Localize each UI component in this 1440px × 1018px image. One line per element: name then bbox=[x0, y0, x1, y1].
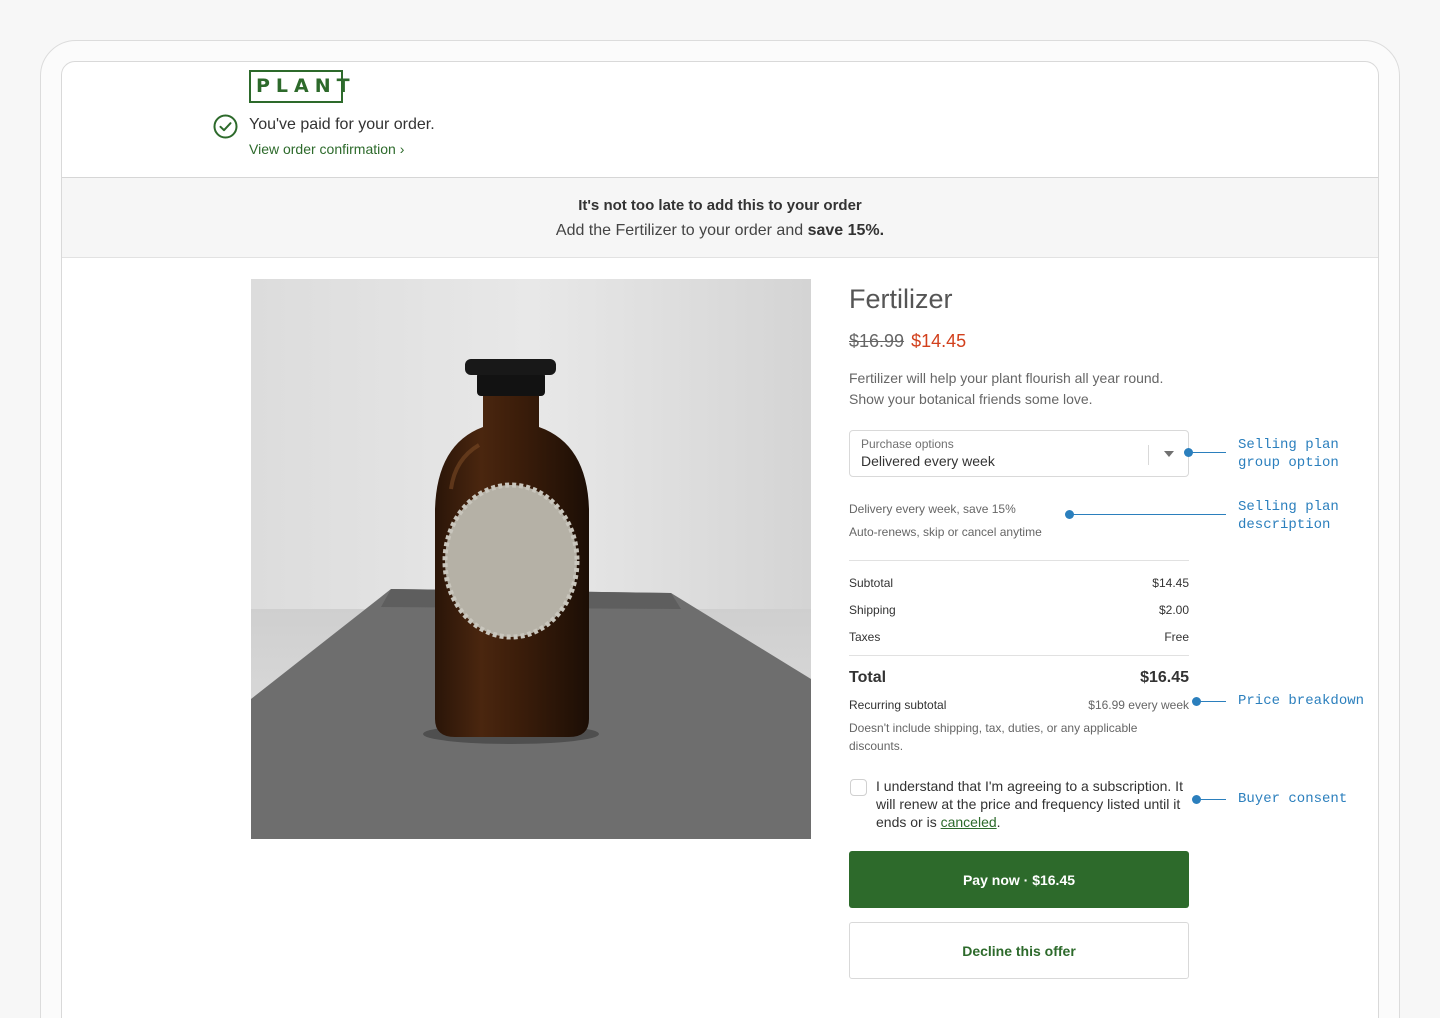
taxes-row: Taxes Free bbox=[849, 623, 1189, 650]
checkout-screen: PLANT You've paid for your order. View o… bbox=[61, 61, 1379, 1018]
banner-savings: save 15%. bbox=[807, 222, 885, 239]
banner-title: It's not too late to add this to your or… bbox=[578, 197, 862, 214]
paid-message: You've paid for your order. bbox=[249, 116, 435, 133]
pay-now-button[interactable]: Pay now · $16.45 bbox=[849, 851, 1189, 908]
plan-description-line: Auto-renews, skip or cancel anytime bbox=[849, 525, 1042, 539]
purchase-options-value: Delivered every week bbox=[861, 453, 995, 469]
annotation-line bbox=[1196, 701, 1226, 702]
canceled-link[interactable]: canceled bbox=[941, 814, 997, 830]
plant-logo: PLANT bbox=[249, 70, 350, 103]
annotation-line-text: Selling plan bbox=[1238, 437, 1339, 453]
selling-plan-description: Delivery every week, save 15% Auto-renew… bbox=[849, 498, 1189, 544]
decline-offer-button[interactable]: Decline this offer bbox=[849, 922, 1189, 979]
recurring-value: $16.99 every week bbox=[1088, 698, 1189, 712]
price-block: $16.99 $14.45 bbox=[849, 331, 1189, 352]
annotation-line bbox=[1069, 514, 1226, 515]
banner-subtitle: Add the Fertilizer to your order and sav… bbox=[62, 222, 1378, 240]
consent-checkbox[interactable] bbox=[850, 779, 867, 796]
row-label: Taxes bbox=[849, 629, 881, 644]
total-row: Total $16.45 bbox=[849, 665, 1189, 690]
product-image bbox=[251, 279, 811, 839]
annotation-line bbox=[1196, 799, 1226, 800]
annotation-selling-plan-description: Selling plan description bbox=[1238, 498, 1339, 534]
row-label: Shipping bbox=[849, 602, 896, 617]
annotation-line-text: Selling plan bbox=[1238, 499, 1339, 515]
subtotal-row: Subtotal $14.45 bbox=[849, 569, 1189, 596]
plan-description-line: Delivery every week, save 15% bbox=[849, 502, 1016, 516]
recurring-subtotal-row: Recurring subtotal $16.99 every week bbox=[849, 695, 1189, 715]
buyer-consent: I understand that I'm agreeing to a subs… bbox=[849, 777, 1189, 831]
select-divider bbox=[1148, 445, 1149, 465]
total-value: $16.45 bbox=[1140, 668, 1189, 686]
purchase-options-label: Purchase options bbox=[861, 437, 954, 451]
sale-price: $14.45 bbox=[911, 331, 967, 351]
product-description: Fertilizer will help your plant flourish… bbox=[849, 368, 1189, 410]
row-value: Free bbox=[1164, 629, 1189, 644]
description-line: Fertilizer will help your plant flourish… bbox=[849, 370, 1164, 386]
row-label: Subtotal bbox=[849, 575, 894, 590]
offer-panel: Fertilizer $16.99 $14.45 Fertilizer will… bbox=[849, 279, 1189, 979]
annotation-price-breakdown: Price breakdown bbox=[1238, 693, 1365, 709]
recurring-label: Recurring subtotal bbox=[849, 698, 947, 712]
chevron-down-icon[interactable] bbox=[1164, 451, 1174, 457]
annotation-buyer-consent: Buyer consent bbox=[1238, 791, 1348, 807]
check-circle-icon bbox=[213, 114, 238, 139]
original-price: $16.99 bbox=[849, 331, 905, 351]
price-lines: Subtotal $14.45 Shipping $2.00 Taxes Free bbox=[849, 560, 1189, 650]
row-value: $2.00 bbox=[1158, 602, 1189, 617]
annotation-selling-plan-group-option: Selling plan group option bbox=[1238, 436, 1339, 472]
shipping-row: Shipping $2.00 bbox=[849, 596, 1189, 623]
description-line: Show your botanical friends some love. bbox=[849, 391, 1093, 407]
recurring-note: Doesn't include shipping, tax, duties, o… bbox=[849, 721, 1138, 753]
view-order-confirmation-link[interactable]: View order confirmation › bbox=[249, 141, 404, 157]
consent-suffix: . bbox=[996, 814, 1001, 830]
total-label: Total bbox=[849, 668, 887, 686]
annotation-line-text: group option bbox=[1238, 455, 1339, 471]
totals-block: Total $16.45 Recurring subtotal $16.99 eve… bbox=[849, 655, 1189, 755]
purchase-options-select[interactable]: Purchase options Delivered every week bbox=[849, 430, 1189, 477]
annotation-line-text: description bbox=[1238, 517, 1331, 533]
product-title: Fertilizer bbox=[849, 284, 953, 314]
consent-text: I understand that I'm agreeing to a subs… bbox=[876, 778, 1183, 830]
annotation-line bbox=[1188, 452, 1226, 453]
upsell-banner: It's not too late to add this to your or… bbox=[62, 177, 1378, 258]
banner-subtitle-text: Add the Fertilizer to your order and bbox=[555, 222, 808, 239]
row-value: $14.45 bbox=[1152, 575, 1189, 590]
